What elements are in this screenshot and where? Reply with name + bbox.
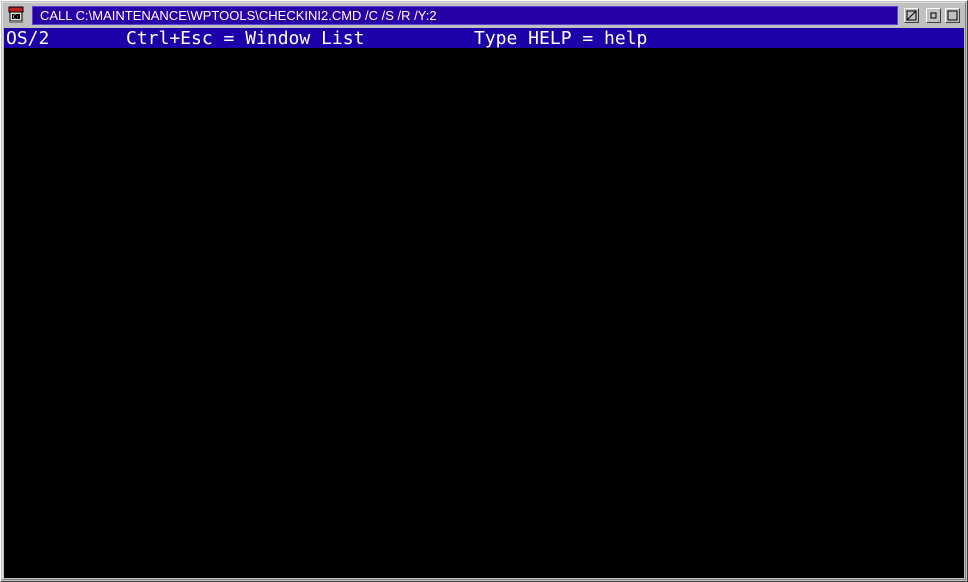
- os2-window: C: CALL C:\MAINTENANCE\WPTOOLS\CHECKINI2…: [0, 0, 968, 582]
- svg-text:C:: C:: [13, 15, 19, 21]
- os2-command-prompt-icon[interactable]: C:: [6, 5, 28, 25]
- restore-icon: [930, 12, 937, 19]
- maximize-button[interactable]: [945, 8, 960, 23]
- help-hint: Type HELP = help: [474, 28, 648, 49]
- titlebar[interactable]: C: CALL C:\MAINTENANCE\WPTOOLS\CHECKINI2…: [4, 4, 964, 27]
- window-list-hint: Ctrl+Esc = Window List: [126, 28, 365, 49]
- window-title[interactable]: CALL C:\MAINTENANCE\WPTOOLS\CHECKINI2.CM…: [32, 6, 898, 25]
- restore-button[interactable]: [926, 8, 941, 23]
- os-label: OS/2: [6, 28, 50, 49]
- hide-button[interactable]: [904, 8, 919, 23]
- hide-icon: [906, 10, 917, 21]
- status-line: OS/2 Ctrl+Esc = Window List Type HELP = …: [4, 28, 964, 49]
- console-area[interactable]: OS/2 Ctrl+Esc = Window List Type HELP = …: [4, 28, 964, 578]
- maximize-icon: [947, 10, 958, 21]
